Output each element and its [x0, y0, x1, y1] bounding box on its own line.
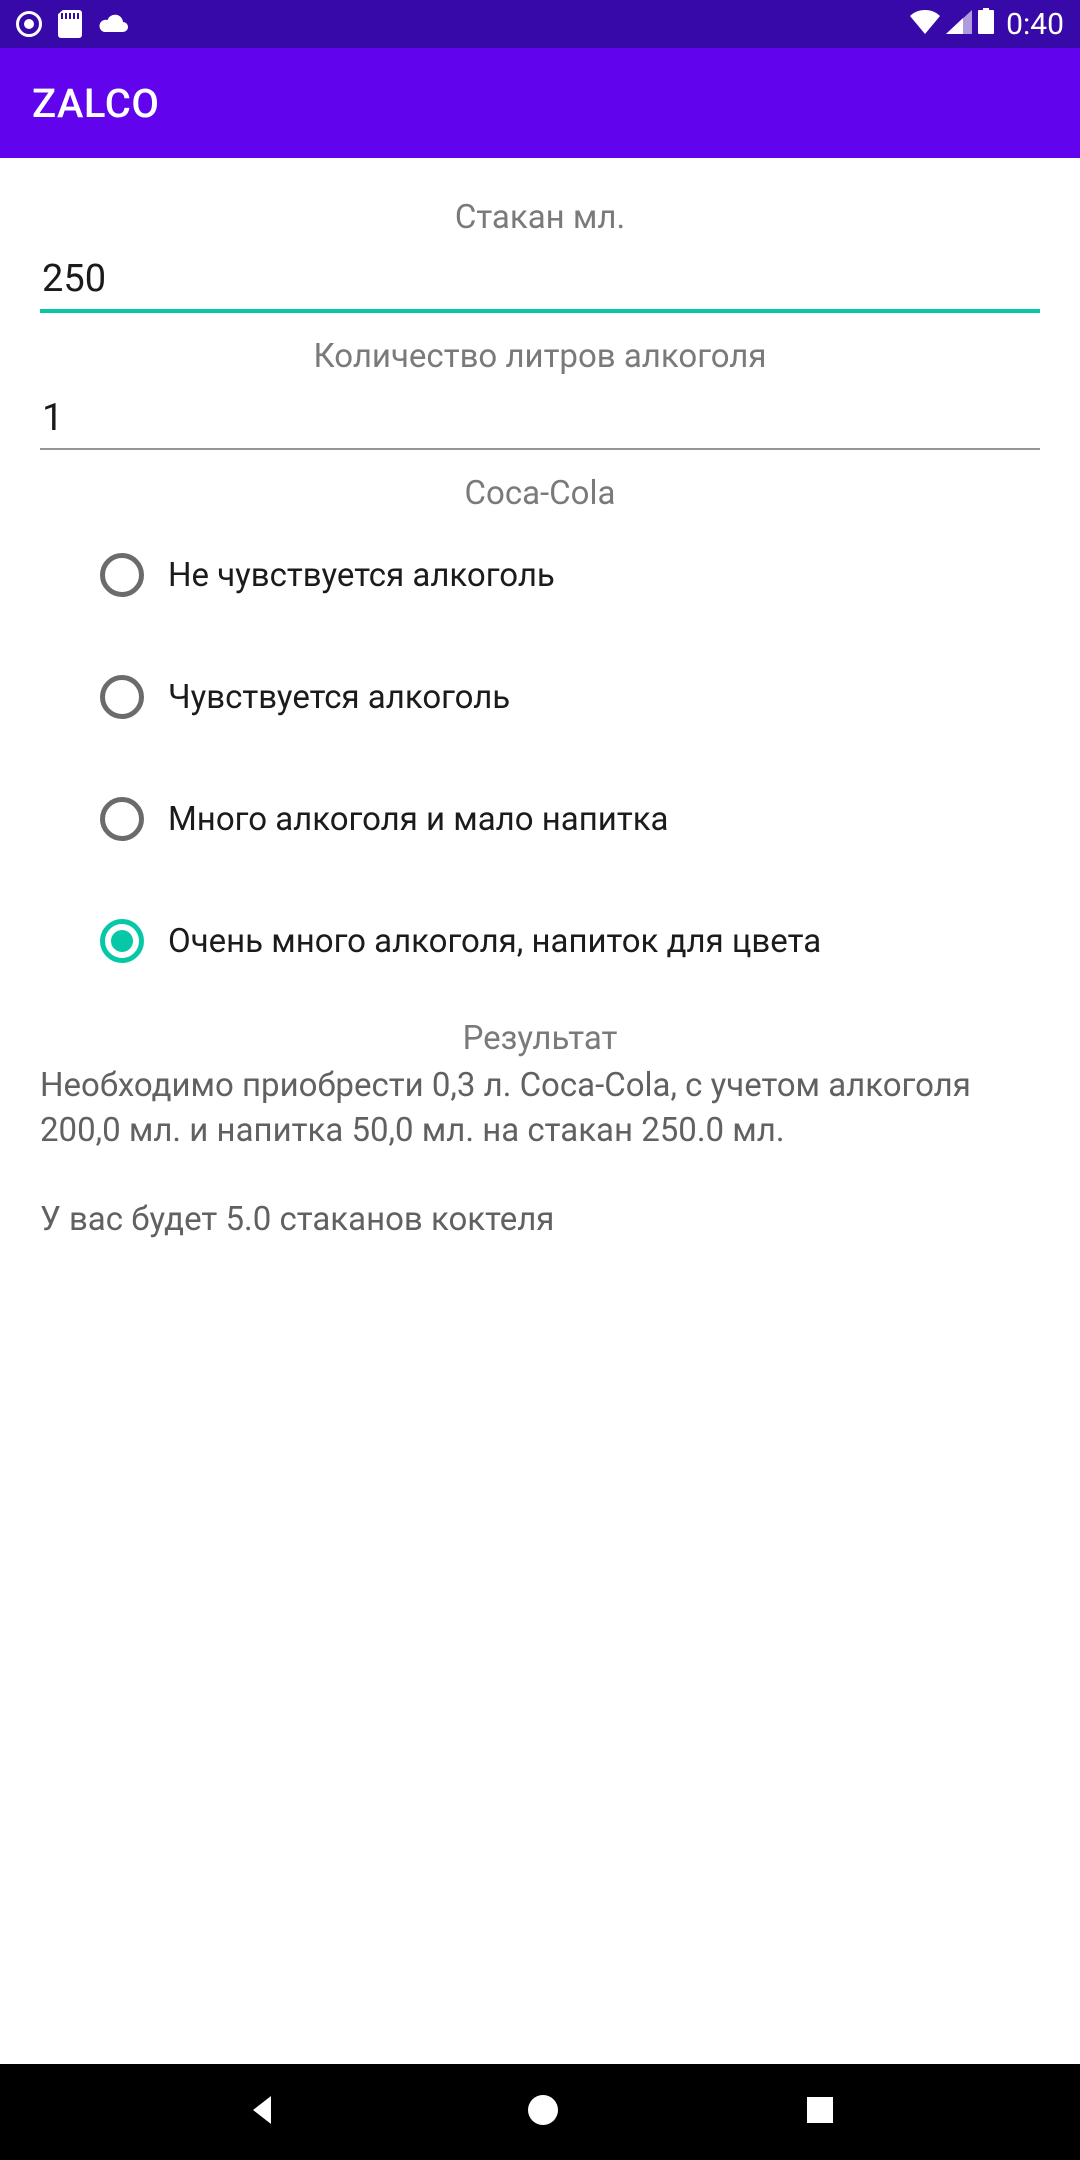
cell-signal-icon	[946, 8, 972, 41]
main-content: Стакан мл. Количество литров алкоголя Co…	[0, 158, 1080, 2064]
battery-icon	[978, 8, 994, 41]
strength-radio-group: Не чувствуется алкоголь Чувствуется алко…	[40, 513, 1040, 993]
radio-option-0[interactable]: Не чувствуется алкоголь	[100, 553, 980, 597]
cloud-icon	[98, 13, 130, 35]
glass-input[interactable]	[40, 237, 1040, 313]
liters-input[interactable]	[40, 376, 1040, 450]
app-bar: ZALCO	[0, 48, 1080, 158]
result-text: Необходимо приобрести 0,3 л. Coca-Cola, …	[40, 1064, 1040, 1242]
liters-label: Количество литров алкоголя	[40, 337, 1040, 376]
nav-recent-button[interactable]	[805, 2095, 835, 2129]
radio-icon	[100, 797, 144, 841]
radio-option-2[interactable]: Много алкоголя и мало напитка	[100, 797, 980, 841]
status-clock: 0:40	[1006, 7, 1064, 42]
radio-option-1[interactable]: Чувствуется алкоголь	[100, 675, 980, 719]
radio-icon	[100, 919, 144, 963]
app-title: ZALCO	[32, 80, 159, 127]
radio-icon	[100, 553, 144, 597]
status-right: 0:40	[910, 7, 1064, 42]
drink-label: Coca-Cola	[40, 474, 1040, 513]
radio-option-3[interactable]: Очень много алкоголя, напиток для цвета	[100, 919, 980, 963]
radio-label: Чувствуется алкоголь	[168, 678, 510, 717]
result-label: Результат	[40, 1019, 1040, 1058]
radio-label: Много алкоголя и мало напитка	[168, 800, 669, 839]
radio-label: Очень много алкоголя, напиток для цвета	[168, 922, 821, 961]
navigation-bar	[0, 2064, 1080, 2160]
nav-home-button[interactable]	[526, 2093, 560, 2131]
status-left	[16, 10, 130, 38]
nav-back-button[interactable]	[245, 2092, 281, 2132]
wifi-icon	[910, 8, 940, 41]
glass-label: Стакан мл.	[40, 198, 1040, 237]
status-bar: 0:40	[0, 0, 1080, 48]
record-icon	[16, 11, 42, 37]
radio-label: Не чувствуется алкоголь	[168, 556, 555, 595]
sd-card-icon	[58, 10, 82, 38]
radio-icon	[100, 675, 144, 719]
